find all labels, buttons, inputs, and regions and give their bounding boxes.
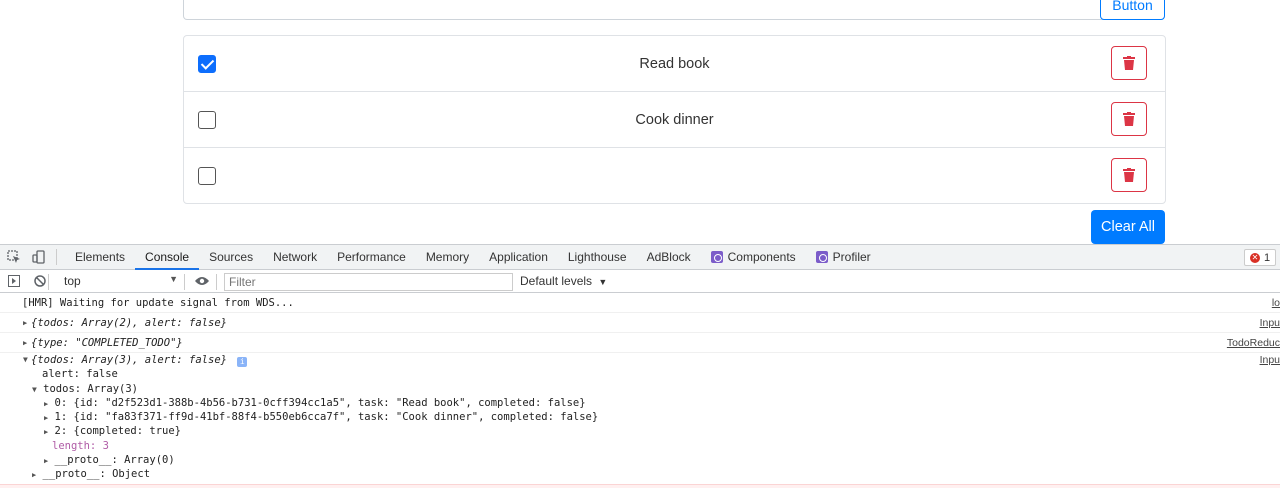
object-property[interactable]: ▶ 2: {completed: true} xyxy=(22,424,1280,438)
list-item: Read book xyxy=(184,36,1165,92)
tab-components-label: Components xyxy=(727,250,796,264)
property-text: alert: false xyxy=(42,368,118,381)
info-icon[interactable]: i xyxy=(237,357,248,367)
trash-icon xyxy=(1123,112,1135,126)
console-log[interactable]: ▶ {type: "COMPLETED_TODO"} TodoReduc xyxy=(0,333,1280,353)
trash-icon xyxy=(1123,168,1135,182)
react-extension-icon xyxy=(710,251,723,263)
tab-network[interactable]: Network xyxy=(263,245,327,269)
error-icon: ✕ xyxy=(1250,252,1260,263)
inspect-element-icon[interactable] xyxy=(0,245,28,269)
collapse-arrow-icon[interactable]: ▼ xyxy=(32,385,37,394)
toolbar-divider xyxy=(184,274,185,290)
console-filter-input[interactable] xyxy=(224,273,513,291)
property-text: __proto__: Object xyxy=(42,468,151,481)
log-source-link[interactable]: Inpu xyxy=(1260,313,1280,333)
log-levels-label: Default levels xyxy=(520,274,593,288)
property-text: 1: {id: "fa83f371-ff9d-41bf-88f4-b550eb6… xyxy=(54,411,599,424)
property-text: length: 3 xyxy=(52,439,109,452)
tab-profiler[interactable]: Profiler xyxy=(806,245,881,269)
tab-sources[interactable]: Sources xyxy=(199,245,263,269)
property-text: __proto__: Array(0) xyxy=(54,454,175,467)
context-value: top xyxy=(64,274,81,288)
tab-elements[interactable]: Elements xyxy=(65,245,135,269)
log-source-link[interactable]: TodoReduc xyxy=(1227,333,1280,353)
tab-console[interactable]: Console xyxy=(135,245,200,270)
toolbar-divider xyxy=(56,249,57,265)
list-item: Cook dinner xyxy=(184,92,1165,148)
log-text: {todos: Array(3), alert: false} xyxy=(31,354,227,366)
property-text: 2: {completed: true} xyxy=(54,425,181,438)
delete-button[interactable] xyxy=(1111,158,1147,192)
sidebar-toggle-icon[interactable] xyxy=(0,270,28,292)
tab-application[interactable]: Application xyxy=(479,245,558,269)
log-source-link[interactable]: Inpu xyxy=(1260,353,1280,367)
expand-arrow-icon[interactable]: ▶ xyxy=(44,400,48,408)
chevron-down-icon: ▼ xyxy=(598,277,608,287)
console-log: [HMR] Waiting for update signal from WDS… xyxy=(0,293,1280,313)
add-todo-button[interactable]: Button xyxy=(1100,0,1165,20)
eye-icon[interactable] xyxy=(188,270,216,292)
context-selector[interactable]: top ▼ xyxy=(58,272,182,290)
expand-arrow-icon[interactable]: ▶ xyxy=(32,471,36,479)
object-property[interactable]: ▶ __proto__: Object xyxy=(22,467,1280,481)
todo-list: Read book Cook dinner xyxy=(183,35,1166,204)
tab-adblock[interactable]: AdBlock xyxy=(637,245,701,269)
clear-all-button[interactable]: Clear All xyxy=(1091,210,1165,244)
devtools-panel: Elements Console Sources Network Perform… xyxy=(0,244,1280,488)
expand-arrow-icon[interactable]: ▶ xyxy=(44,457,48,465)
clear-console-icon[interactable] xyxy=(26,270,54,292)
log-levels-dropdown[interactable]: Default levels ▼ xyxy=(520,274,607,288)
object-property[interactable]: ▼ todos: Array(3) xyxy=(22,382,1280,396)
object-property[interactable]: ▶ 0: {id: "d2f523d1-388b-4b56-b731-0cff3… xyxy=(22,396,1280,410)
object-property: alert: false xyxy=(22,367,1280,381)
todo-task-text: Cook dinner xyxy=(635,112,714,128)
expand-arrow-icon[interactable]: ▶ xyxy=(23,313,27,333)
log-text: [HMR] Waiting for update signal from WDS… xyxy=(22,297,294,309)
console-log[interactable]: ▶ {todos: Array(2), alert: false} Inpu xyxy=(0,313,1280,333)
object-property[interactable]: ▶ 1: {id: "fa83f371-ff9d-41bf-88f4-b550e… xyxy=(22,410,1280,424)
tab-memory[interactable]: Memory xyxy=(416,245,479,269)
toolbar-divider xyxy=(48,274,49,290)
object-property: length: 3 xyxy=(22,439,1280,453)
expand-arrow-icon[interactable]: ▶ xyxy=(44,428,48,436)
error-count: 1 xyxy=(1264,251,1271,264)
error-message-strip xyxy=(0,484,1280,488)
tab-performance[interactable]: Performance xyxy=(327,245,416,269)
todo-app: Button Read book Cook dinner Clear All xyxy=(0,0,1280,244)
log-source-link[interactable]: lo xyxy=(1272,293,1280,313)
list-item xyxy=(184,148,1165,203)
collapse-arrow-icon[interactable]: ▼ xyxy=(23,353,28,367)
delete-button[interactable] xyxy=(1111,102,1147,136)
device-toolbar-icon[interactable] xyxy=(28,245,50,269)
expand-arrow-icon[interactable]: ▶ xyxy=(23,333,27,353)
property-text: 0: {id: "d2f523d1-388b-4b56-b731-0cff394… xyxy=(54,396,586,409)
todo-checkbox[interactable] xyxy=(198,167,216,185)
tab-profiler-label: Profiler xyxy=(832,250,871,264)
chevron-down-icon: ▼ xyxy=(169,274,178,284)
toolbar-divider xyxy=(216,274,217,290)
property-text: todos: Array(3) xyxy=(43,382,138,395)
console-output: [HMR] Waiting for update signal from WDS… xyxy=(0,293,1280,487)
log-header[interactable]: ▼ {todos: Array(3), alert: false} i Inpu xyxy=(22,353,1280,367)
log-text: {todos: Array(2), alert: false} xyxy=(31,317,227,329)
react-extension-icon xyxy=(815,251,828,263)
log-text: {type: "COMPLETED_TODO"} xyxy=(31,337,183,349)
devtools-tabbar: Elements Console Sources Network Perform… xyxy=(0,245,1280,270)
tab-components[interactable]: Components xyxy=(701,245,806,269)
todo-task-text: Read book xyxy=(639,56,710,72)
delete-button[interactable] xyxy=(1111,46,1147,80)
todo-input[interactable] xyxy=(183,0,1165,20)
tab-lighthouse[interactable]: Lighthouse xyxy=(558,245,637,269)
console-log[interactable]: ▼ {todos: Array(3), alert: false} i Inpu… xyxy=(0,353,1280,487)
trash-icon xyxy=(1123,56,1135,70)
error-count-badge[interactable]: ✕ 1 xyxy=(1244,249,1277,266)
expand-arrow-icon[interactable]: ▶ xyxy=(44,414,48,422)
console-filterbar: top ▼ Default levels ▼ xyxy=(0,270,1280,293)
object-property[interactable]: ▶ __proto__: Array(0) xyxy=(22,453,1280,467)
